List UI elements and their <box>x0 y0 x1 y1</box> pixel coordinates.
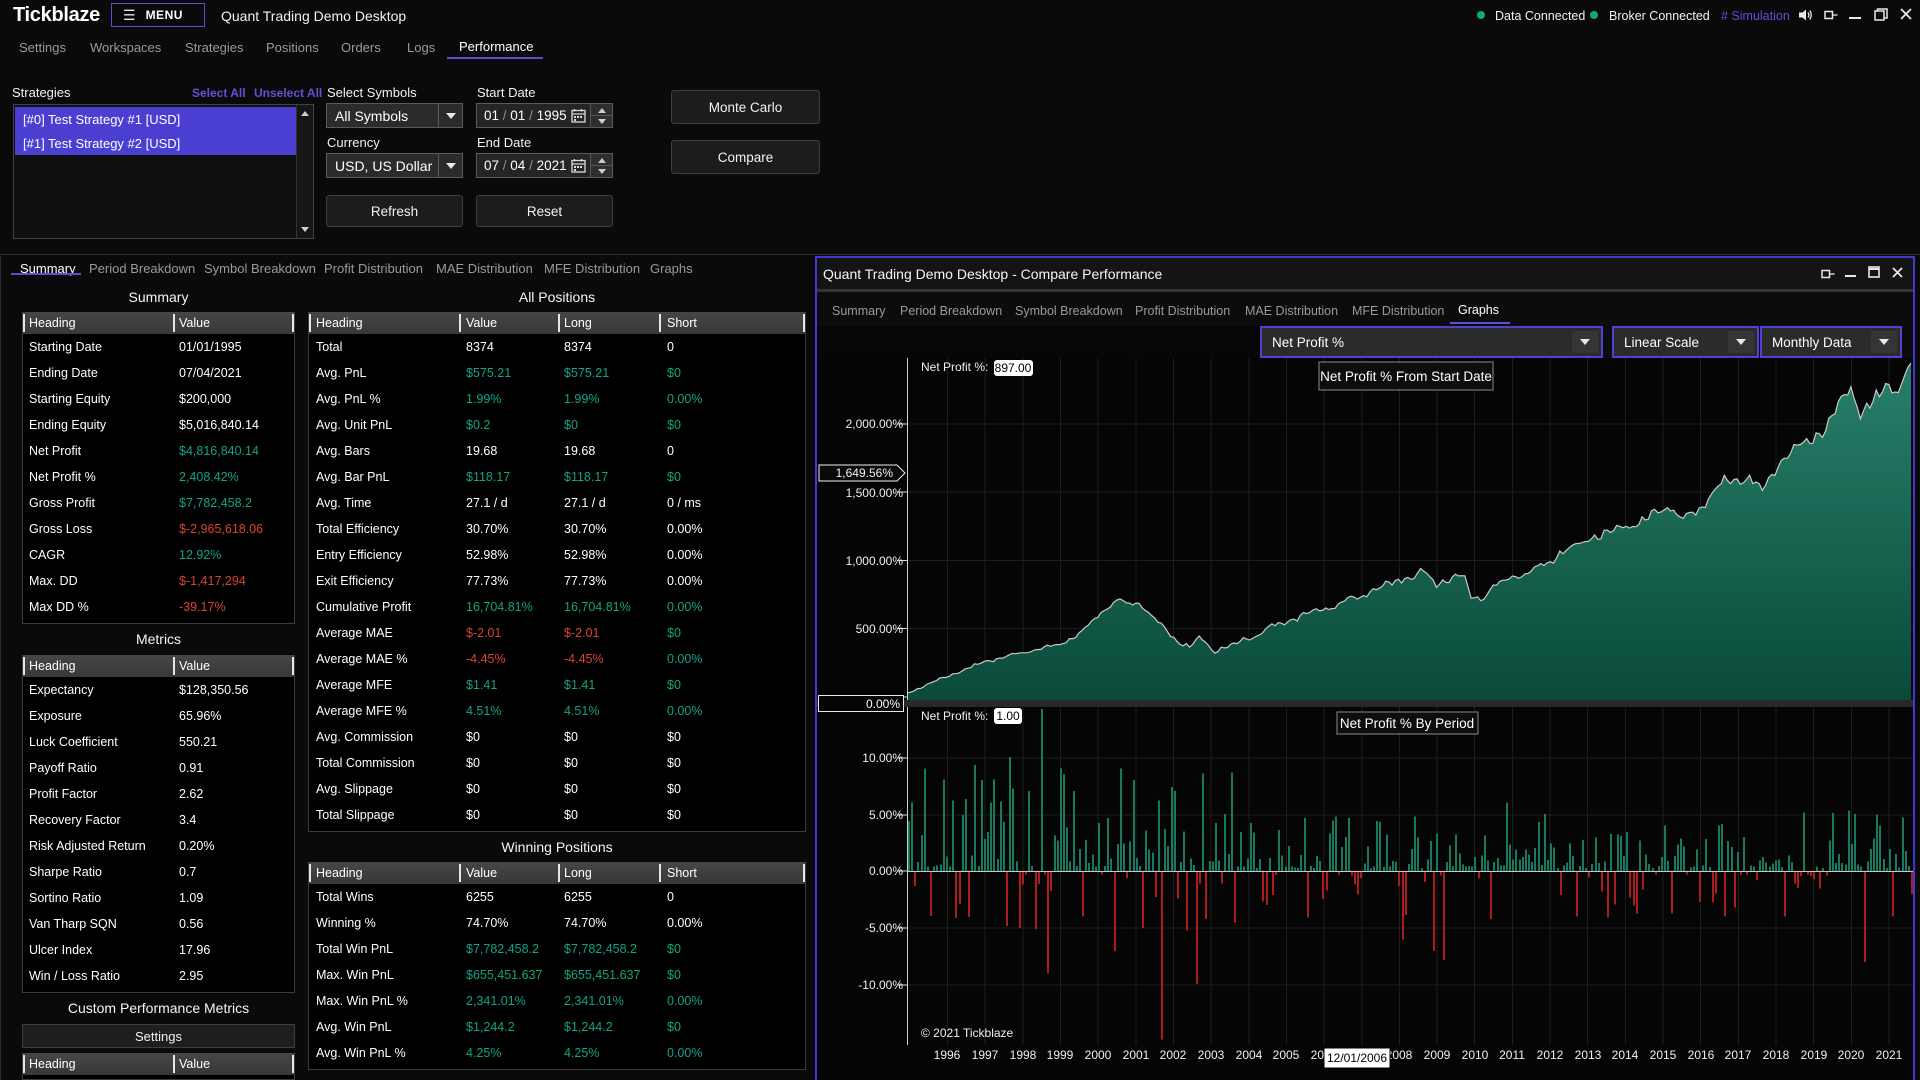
svg-text:1997: 1997 <box>972 1048 999 1062</box>
svg-text:2020: 2020 <box>1838 1048 1865 1062</box>
svg-text:897.00: 897.00 <box>995 361 1032 375</box>
svg-text:1,500.00%: 1,500.00% <box>846 486 904 500</box>
svg-text:2013: 2013 <box>1575 1048 1602 1062</box>
svg-text:2015: 2015 <box>1650 1048 1677 1062</box>
svg-text:10.00%: 10.00% <box>862 751 903 765</box>
svg-text:-10.00%: -10.00% <box>858 978 903 992</box>
svg-text:1999: 1999 <box>1047 1048 1074 1062</box>
svg-text:1,649.56%: 1,649.56% <box>836 466 894 480</box>
svg-text:2014: 2014 <box>1612 1048 1639 1062</box>
svg-text:2000: 2000 <box>1085 1048 1112 1062</box>
svg-text:2005: 2005 <box>1273 1048 1300 1062</box>
svg-text:2003: 2003 <box>1198 1048 1225 1062</box>
svg-text:Net Profit % By Period: Net Profit % By Period <box>1340 716 1474 731</box>
svg-text:2002: 2002 <box>1160 1048 1187 1062</box>
svg-text:Net Profit % From Start Date: Net Profit % From Start Date <box>1320 369 1492 384</box>
svg-text:1998: 1998 <box>1010 1048 1037 1062</box>
svg-text:Net Profit %:: Net Profit %: <box>921 360 988 374</box>
svg-text:2001: 2001 <box>1123 1048 1150 1062</box>
svg-text:1996: 1996 <box>934 1048 961 1062</box>
svg-text:2012: 2012 <box>1537 1048 1564 1062</box>
svg-text:2019: 2019 <box>1801 1048 1828 1062</box>
svg-text:2010: 2010 <box>1462 1048 1489 1062</box>
svg-text:2016: 2016 <box>1688 1048 1715 1062</box>
svg-text:2017: 2017 <box>1725 1048 1752 1062</box>
svg-text:0.00%: 0.00% <box>869 864 903 878</box>
svg-text:2018: 2018 <box>1763 1048 1790 1062</box>
svg-text:500.00%: 500.00% <box>856 622 904 636</box>
svg-text:1.00: 1.00 <box>996 709 1020 723</box>
svg-text:© 2021 Tickblaze: © 2021 Tickblaze <box>921 1026 1014 1040</box>
svg-text:2009: 2009 <box>1424 1048 1451 1062</box>
svg-text:2021: 2021 <box>1876 1048 1903 1062</box>
svg-text:-5.00%: -5.00% <box>865 921 903 935</box>
svg-text:2011: 2011 <box>1499 1048 1525 1062</box>
svg-text:2,000.00%: 2,000.00% <box>846 417 904 431</box>
svg-text:2004: 2004 <box>1236 1048 1263 1062</box>
svg-text:Net Profit %:: Net Profit %: <box>921 709 988 723</box>
svg-text:12/01/2006: 12/01/2006 <box>1327 1051 1387 1065</box>
svg-text:5.00%: 5.00% <box>869 808 903 822</box>
svg-text:1,000.00%: 1,000.00% <box>846 554 904 568</box>
